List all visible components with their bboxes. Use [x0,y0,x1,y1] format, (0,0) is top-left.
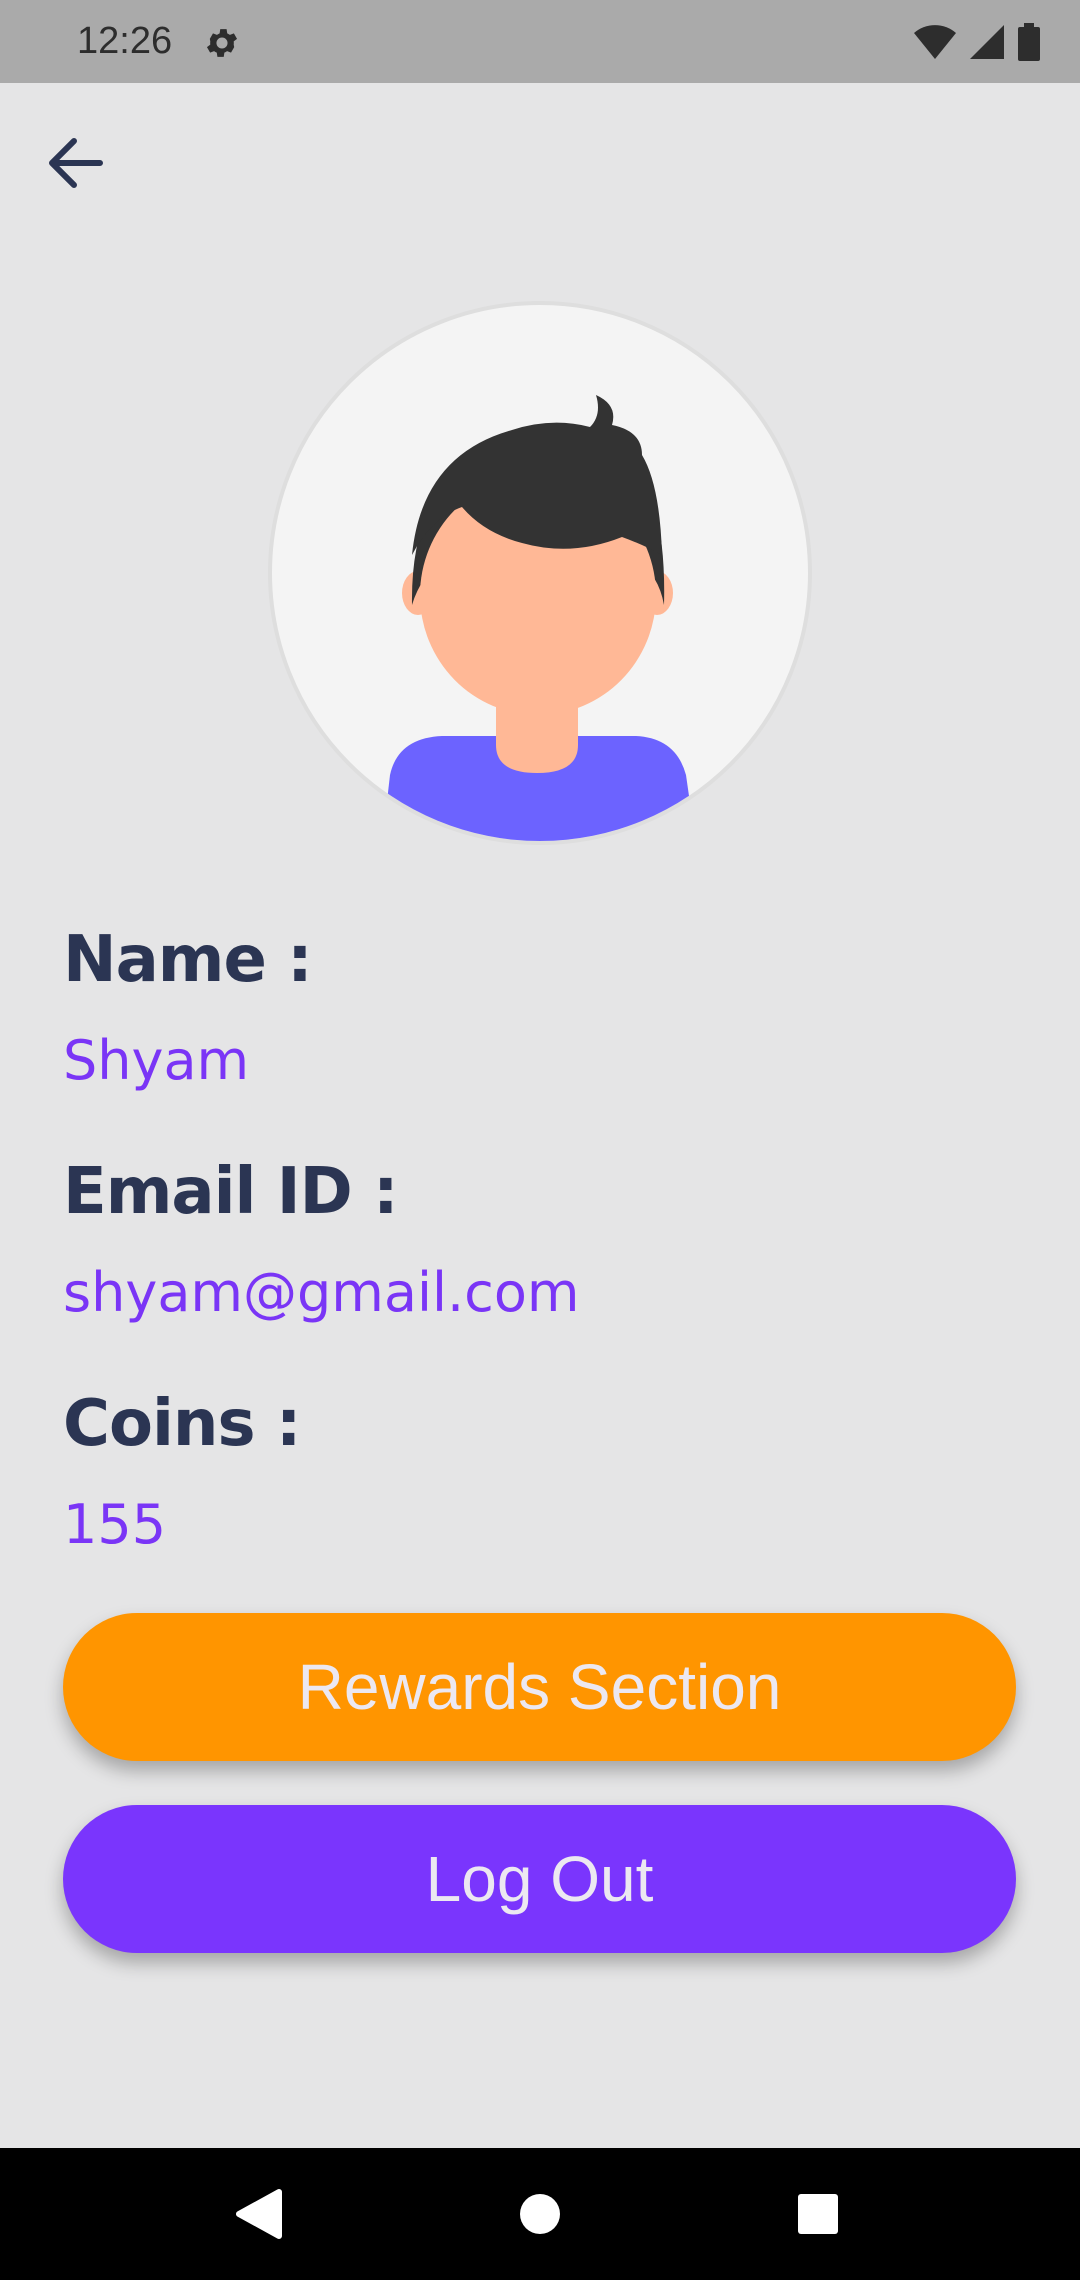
rewards-section-button[interactable]: Rewards Section [63,1613,1016,1761]
email-value: shyam@gmail.com [63,1261,580,1324]
profile-screen: Name : Shyam Email ID : shyam@gmail.com … [0,83,1080,2148]
back-button[interactable] [36,123,116,203]
system-nav-bar [0,2148,1080,2280]
coins-label: Coins : [63,1387,301,1461]
status-bar: 12:26 [0,0,1080,83]
arrow-left-icon [49,138,103,188]
name-label: Name : [63,923,313,997]
wifi-icon [914,25,956,59]
coins-value: 155 [63,1493,167,1556]
gear-icon [206,29,238,57]
signal-icon [970,25,1004,59]
log-out-button[interactable]: Log Out [63,1805,1016,1953]
recents-square-icon [798,2194,838,2234]
email-label: Email ID : [63,1155,399,1229]
status-time: 12:26 [77,20,173,62]
nav-recents-button[interactable] [780,2176,856,2252]
name-value: Shyam [63,1029,250,1092]
nav-home-button[interactable] [502,2176,578,2252]
avatar [268,301,812,845]
status-icons [914,22,1040,62]
home-circle-icon [520,2194,560,2234]
battery-icon [1018,23,1040,61]
back-triangle-icon [236,2189,282,2239]
nav-back-button[interactable] [220,2176,296,2252]
user-avatar-illustration [382,395,696,841]
